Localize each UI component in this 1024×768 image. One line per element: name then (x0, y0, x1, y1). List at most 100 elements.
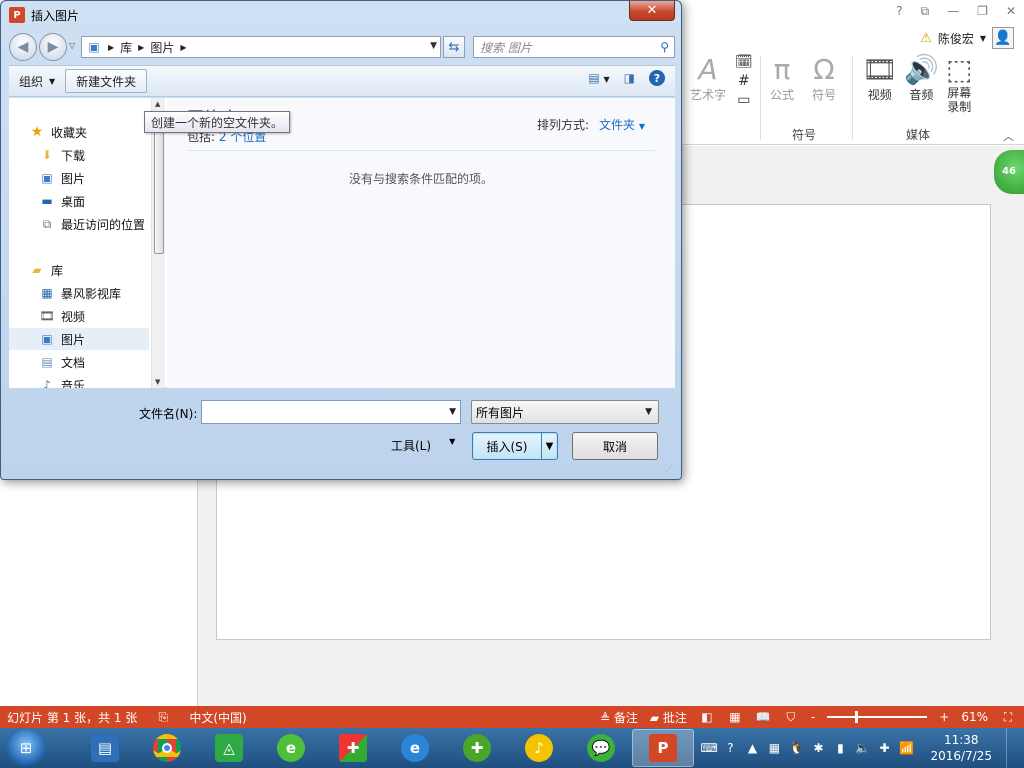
search-input[interactable]: 搜索 图片 ⚲ (473, 36, 675, 58)
cancel-button[interactable]: 取消 (572, 432, 658, 460)
notes-button[interactable]: ≜ 备注 (600, 709, 638, 726)
scroll-up-icon[interactable]: ▲ (155, 100, 160, 108)
taskbar-plus-app[interactable]: ✚ (446, 729, 508, 767)
nav-libraries[interactable]: ▰ 库 (9, 259, 149, 281)
file-type-select[interactable]: 所有图片 ▼ (471, 400, 659, 424)
breadcrumb-pictures[interactable]: 图片 (150, 39, 174, 56)
chevron-down-icon: ▼ (49, 76, 56, 86)
user-account[interactable]: ⚠ 陈俊宏 ▼ 👤 (920, 27, 1014, 49)
clock[interactable]: 11:38 2016/7/25 (930, 732, 992, 764)
taskbar-green-app[interactable]: ◬ (198, 729, 260, 767)
taskbar-360-browser[interactable]: e (260, 729, 322, 767)
floating-badge[interactable]: 46 (994, 150, 1024, 194)
help-tray-icon[interactable]: ? (722, 741, 738, 755)
nav-videos[interactable]: 🎞 视频 (9, 305, 149, 327)
bluetooth-icon[interactable]: ✱ (810, 741, 826, 755)
object-icon[interactable]: ▭ (737, 92, 750, 108)
zoom-out-button[interactable]: - (811, 710, 815, 724)
scrollbar-thumb[interactable] (154, 112, 164, 254)
scroll-down-icon[interactable]: ▼ (155, 378, 160, 386)
nav-video-library[interactable]: ▦ 暴风影视库 (9, 282, 149, 304)
arrange-by-dropdown[interactable]: 文件夹 ▼ (599, 116, 645, 133)
address-bar[interactable]: ▣ ▶ 库 ▶ 图片 ▶ ▼ (81, 36, 441, 58)
volume-icon[interactable]: 🔈 (854, 741, 870, 755)
taskbar-ie[interactable]: e (384, 729, 446, 767)
nav-favorites[interactable]: ★ 收藏夹 (9, 121, 149, 143)
forward-button[interactable]: ▶ (39, 33, 67, 61)
file-manager-icon: ▤ (91, 734, 119, 762)
tools-button[interactable]: 工具(L) ▼ (391, 437, 455, 454)
collapse-ribbon-icon[interactable]: ︿ (1003, 128, 1014, 144)
zoom-in-button[interactable]: + (939, 710, 949, 724)
nav-pictures-lib[interactable]: ▣ 图片 (9, 328, 149, 350)
zoom-level[interactable]: 61% (961, 710, 988, 724)
equation-button[interactable]: π 公式 (770, 54, 794, 103)
insert-options-dropdown[interactable]: ▼ (541, 433, 557, 459)
video-library-icon: ▦ (41, 286, 53, 300)
nav-pictures-fav[interactable]: ▣ 图片 (9, 167, 149, 189)
nav-music[interactable]: ♪ 音乐 (9, 374, 149, 388)
minimize-button[interactable]: — (947, 4, 959, 19)
slide-sorter-icon[interactable]: ▦ (727, 710, 743, 724)
comments-button[interactable]: ▰ 批注 (650, 709, 687, 726)
nav-pane-scrollbar[interactable]: ▲ ▼ (151, 98, 165, 388)
restore-button[interactable]: ❐ (977, 4, 988, 19)
normal-view-icon[interactable]: ◧ (699, 710, 715, 724)
insert-button[interactable]: 插入(S) ▼ (472, 432, 558, 460)
nav-documents[interactable]: ▤ 文档 (9, 351, 149, 373)
taskbar-music-app[interactable]: ♪ (508, 729, 570, 767)
preview-pane-button[interactable]: ◨ (624, 71, 635, 85)
chrome-icon (153, 734, 181, 762)
recent-locations-dropdown[interactable]: ▽ (69, 41, 75, 50)
device-icon[interactable]: ▮ (832, 741, 848, 755)
nav-downloads[interactable]: ⬇ 下载 (9, 144, 149, 166)
video-button[interactable]: 🎞 视频 (862, 54, 898, 103)
address-dropdown-icon[interactable]: ▼ (430, 41, 437, 51)
spellcheck-icon[interactable]: ⎘ (155, 710, 171, 725)
zoom-slider-thumb[interactable] (855, 711, 859, 723)
taskbar-chrome[interactable] (136, 729, 198, 767)
dialog-close-button[interactable]: ✕ (629, 1, 675, 21)
resize-grip-icon[interactable]: ⋰ (665, 464, 673, 473)
organize-button[interactable]: 组织 ▼ (9, 69, 65, 93)
refresh-button[interactable]: ⇆ (443, 36, 465, 58)
nav-recent-places[interactable]: ⧉ 最近访问的位置 (9, 213, 149, 235)
plus-tray-icon[interactable]: ✚ (876, 741, 892, 755)
close-button[interactable]: ✕ (1006, 4, 1016, 19)
datetime-icon[interactable]: 🗓 (735, 54, 753, 70)
network-icon[interactable]: 📶 (898, 741, 914, 755)
music-note-icon: ♪ (525, 734, 553, 762)
tray-expand-icon[interactable]: ▲ (744, 741, 760, 755)
help-icon[interactable]: ? (649, 70, 665, 86)
taskbar-file-manager[interactable]: ▤ (74, 729, 136, 767)
help-button[interactable]: ? (896, 4, 902, 19)
taskbar-powerpoint[interactable]: P (632, 729, 694, 767)
reading-view-icon[interactable]: 📖 (755, 710, 771, 724)
zoom-slider[interactable] (827, 711, 928, 723)
symbol-button[interactable]: Ω 符号 (812, 54, 836, 103)
taskbar-puzzle-app[interactable]: ✚ (322, 729, 384, 767)
slideshow-icon[interactable]: ⛉ (783, 710, 799, 725)
qq-icon[interactable]: 🐧 (788, 741, 804, 755)
start-button[interactable]: ⊞ (6, 730, 46, 766)
audio-button[interactable]: 🔊 音频 (904, 54, 939, 103)
file-list-pane[interactable]: 图片库 包括: 2 个位置 排列方式: 文件夹 ▼ 没有与搜索条件匹配的项。 (167, 98, 675, 388)
ribbon-display-button[interactable]: ⧉ (921, 4, 930, 19)
nav-desktop[interactable]: ▬ 桌面 (9, 190, 149, 212)
filename-label: 文件名(N): (139, 407, 198, 421)
app-tray-icon[interactable]: ▦ (766, 741, 782, 755)
view-options-button[interactable]: ▤ ▼ (588, 71, 609, 85)
language-indicator[interactable]: 中文(中国) (189, 709, 246, 726)
keyboard-icon[interactable]: ⌨ (700, 741, 717, 755)
slide-number-icon[interactable]: # (738, 73, 750, 89)
new-folder-button[interactable]: 新建文件夹 (65, 69, 148, 93)
fit-slide-icon[interactable]: ⛶ (1000, 710, 1016, 725)
breadcrumb-libraries[interactable]: 库 (120, 39, 132, 56)
show-desktop-button[interactable] (1006, 728, 1016, 768)
wordart-button[interactable]: A 艺术字 (690, 54, 726, 103)
screen-record-button[interactable]: ⬚ 屏幕 录制 (946, 54, 972, 115)
filename-combobox[interactable]: ▼ (201, 400, 461, 424)
taskbar-wechat[interactable]: 💬 (570, 729, 632, 767)
chevron-down-icon[interactable]: ▼ (449, 407, 456, 417)
back-button[interactable]: ◀ (9, 33, 37, 61)
